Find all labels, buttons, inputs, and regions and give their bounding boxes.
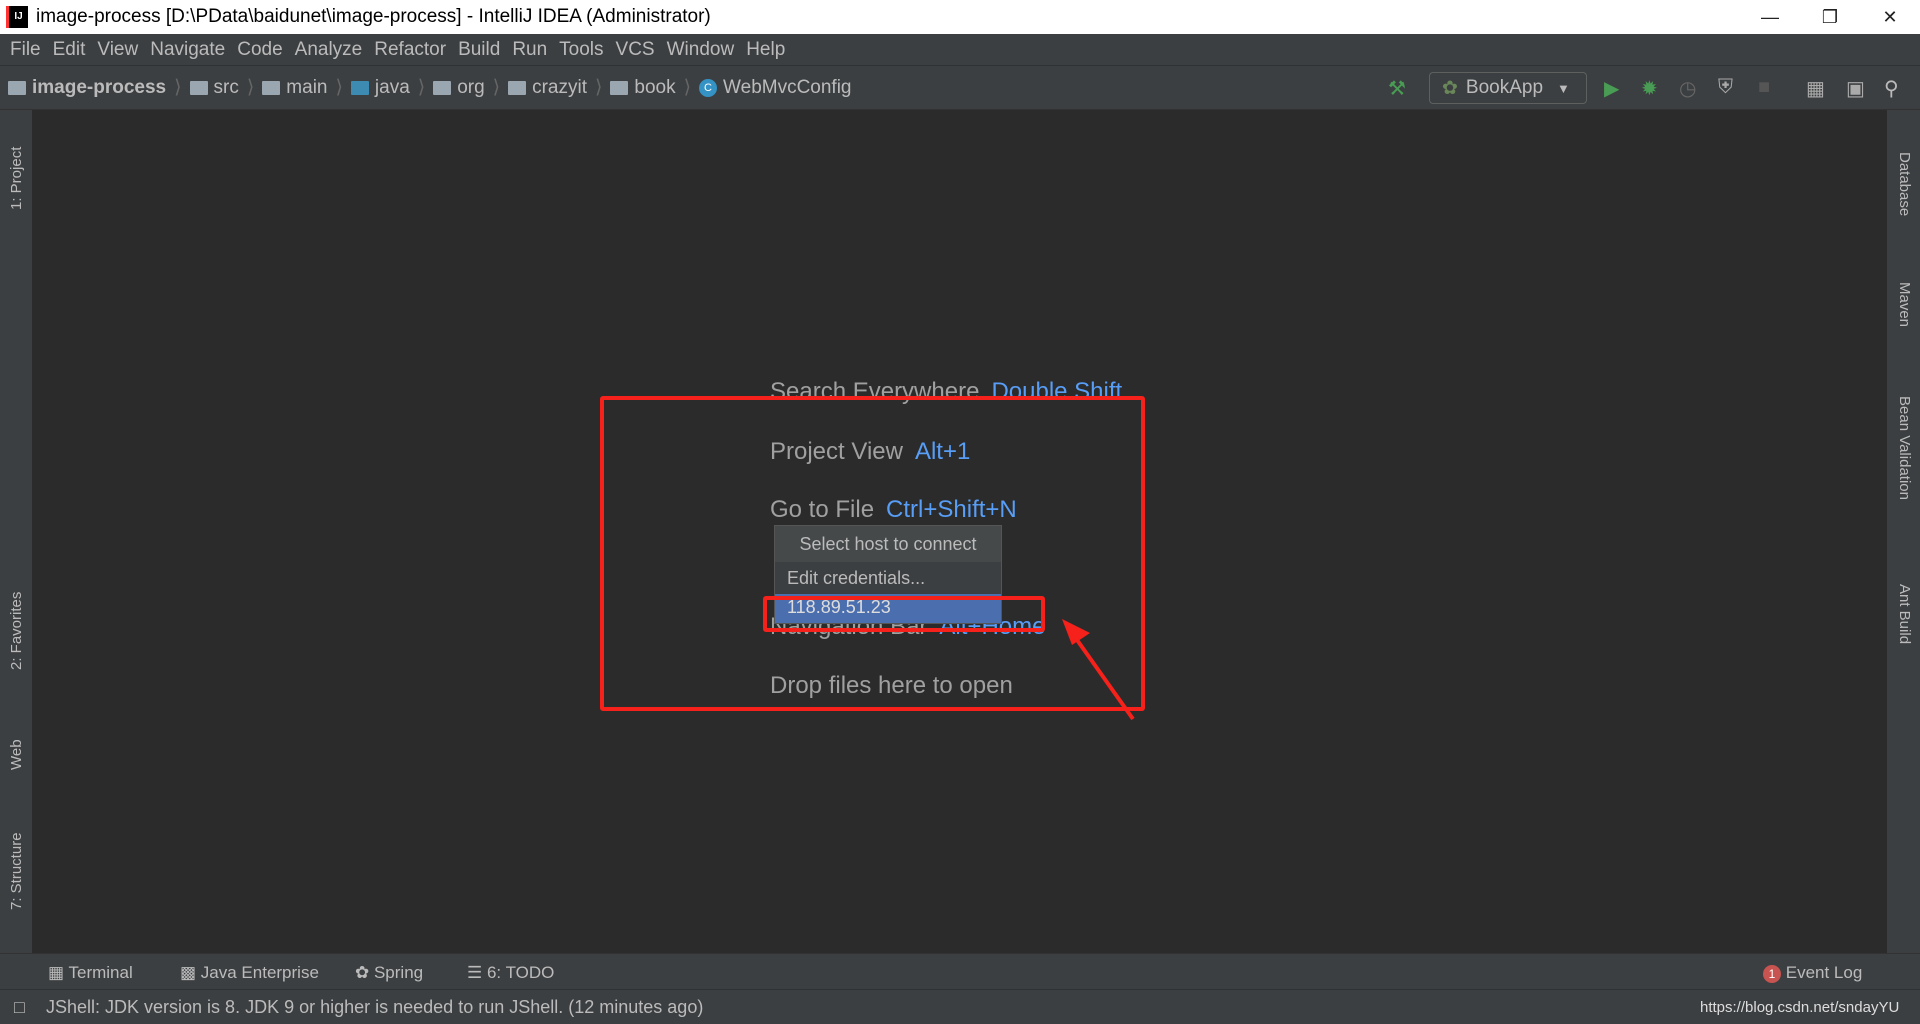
java-enterprise-icon: ▩ — [180, 963, 201, 982]
event-log-button[interactable]: 1 Event Log — [1763, 963, 1862, 983]
terminal-icon: ▦ — [48, 963, 69, 982]
status-toggle-icon[interactable]: □ — [14, 997, 25, 1018]
todo-list-icon: ☰ — [467, 963, 487, 982]
tool-terminal[interactable]: ▦ Terminal — [48, 963, 133, 983]
tool-spring[interactable]: ✿ Spring — [355, 963, 423, 983]
event-count-badge: 1 — [1763, 965, 1781, 983]
spring-leaf-icon: ✿ — [355, 963, 374, 982]
tool-window-bar: ▦ Terminal ▩ Java Enterprise ✿ Spring ☰ … — [0, 953, 1920, 989]
status-message[interactable]: JShell: JDK version is 8. JDK 9 or highe… — [46, 997, 703, 1018]
status-bar: □ JShell: JDK version is 8. JDK 9 or hig… — [0, 989, 1920, 1024]
tool-java-enterprise[interactable]: ▩ Java Enterprise — [180, 963, 319, 983]
annotation-arrow — [1062, 619, 1135, 721]
watermark: https://blog.csdn.net/sndayYU — [1700, 999, 1900, 1016]
tool-todo[interactable]: ☰ 6: TODO — [467, 963, 554, 983]
